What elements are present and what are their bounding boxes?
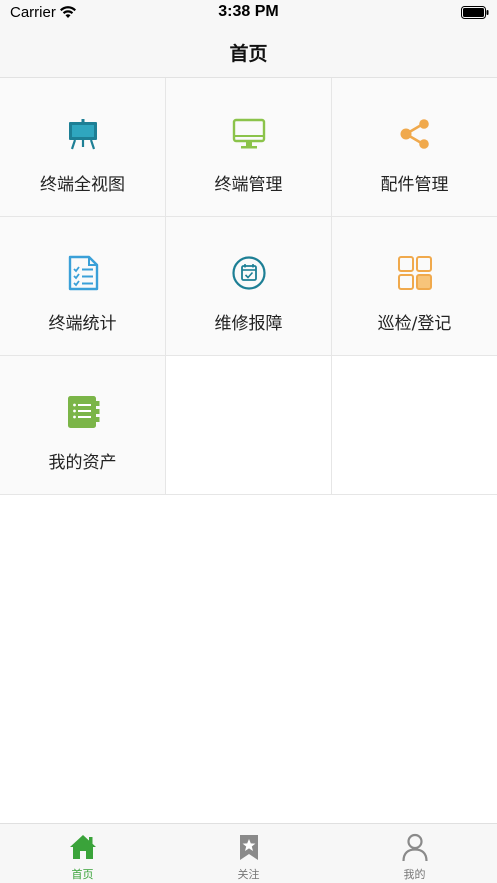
grid-item-label: 终端统计 bbox=[48, 314, 117, 334]
person-icon bbox=[401, 833, 428, 862]
grid-item-label: 巡检/登记 bbox=[377, 314, 452, 334]
tab-label: 首页 bbox=[71, 868, 94, 881]
tab-home[interactable]: 首页 bbox=[0, 824, 165, 883]
tiles-icon bbox=[397, 256, 432, 290]
tab-bar: 首页 关注 我的 bbox=[0, 823, 497, 883]
grid-item-label: 配件管理 bbox=[380, 175, 449, 195]
calendar-check-icon bbox=[231, 256, 266, 290]
star-bookmark-icon bbox=[239, 835, 258, 860]
grid-item-parts-management[interactable]: 配件管理 bbox=[332, 78, 497, 217]
grid-item-label: 终端全视图 bbox=[40, 175, 125, 195]
page-title: 首页 bbox=[229, 43, 268, 65]
checklist-icon bbox=[68, 255, 98, 291]
grid-item-label: 终端管理 bbox=[214, 175, 283, 195]
status-bar: Carrier 3:38 PM bbox=[0, 0, 497, 28]
grid-empty-cell bbox=[332, 356, 497, 495]
grid-item-terminal-management[interactable]: 终端管理 bbox=[166, 78, 332, 217]
grid-item-terminal-overview[interactable]: 终端全视图 bbox=[0, 78, 166, 217]
tab-label: 我的 bbox=[403, 868, 426, 881]
battery-icon bbox=[461, 6, 489, 19]
status-time: 3:38 PM bbox=[218, 3, 279, 20]
home-icon bbox=[69, 835, 96, 859]
grid-item-my-assets[interactable]: 我的资产 bbox=[0, 356, 166, 495]
grid-item-repair-report[interactable]: 维修报障 bbox=[166, 217, 332, 356]
grid-item-terminal-statistics[interactable]: 终端统计 bbox=[0, 217, 166, 356]
grid-item-label: 维修报障 bbox=[214, 314, 283, 334]
share-icon bbox=[400, 119, 429, 149]
notebook-icon bbox=[67, 396, 99, 428]
tab-follow[interactable]: 关注 bbox=[165, 824, 332, 883]
grid-empty-cell bbox=[166, 356, 332, 495]
grid-item-label: 我的资产 bbox=[48, 453, 117, 473]
nav-bar: 首页 bbox=[0, 28, 497, 78]
tab-mine[interactable]: 我的 bbox=[332, 824, 497, 883]
billboard-icon bbox=[68, 119, 97, 150]
tab-label: 关注 bbox=[237, 868, 260, 881]
menu-grid: 终端全视图 终端管理 配件管理 终端统计 维修报障 巡检/登记 我的资产 bbox=[0, 78, 497, 496]
grid-item-inspection-register[interactable]: 巡检/登记 bbox=[332, 217, 497, 356]
monitor-icon bbox=[232, 118, 265, 149]
